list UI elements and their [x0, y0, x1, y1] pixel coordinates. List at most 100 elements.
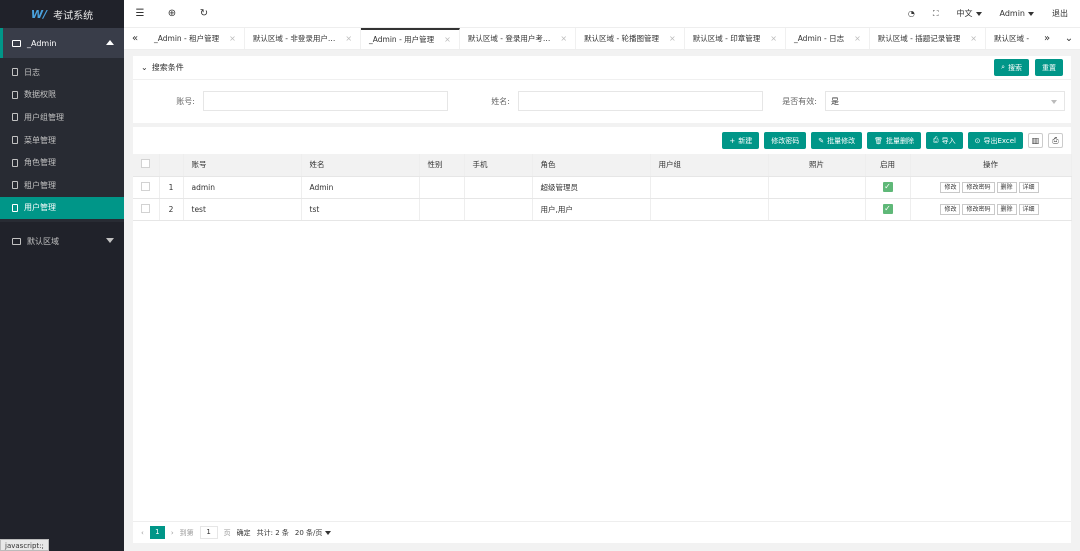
tab-admin-log[interactable]: _Admin - 日志 ×	[786, 28, 870, 49]
header-name[interactable]: 姓名	[301, 154, 420, 177]
sidebar-item-data-permission[interactable]: 数据权限	[0, 84, 124, 107]
caret-down-icon	[106, 238, 114, 244]
sidebar-submenu: 日志 数据权限 用户组管理 菜单管理 角色管理 租户管理 用户管理	[0, 58, 124, 223]
edit-button[interactable]: 修改	[940, 181, 961, 193]
tab-default-record[interactable]: 默认区域 - 插题记录管理 ×	[870, 28, 986, 49]
fullscreen-icon[interactable]: ⛶	[933, 9, 939, 19]
new-button[interactable]: + 新建	[722, 132, 760, 149]
row-select-cell	[133, 176, 160, 199]
header-group[interactable]: 用户组	[650, 154, 769, 177]
reset-button[interactable]: 重置	[1035, 59, 1063, 76]
tab-label: _Admin - 用户管理	[369, 35, 435, 44]
detail-button[interactable]: 详细	[1018, 181, 1039, 193]
cell-name: tst	[301, 198, 420, 221]
edit-button[interactable]: 修改	[940, 203, 961, 215]
close-icon[interactable]: ×	[444, 35, 451, 44]
close-icon[interactable]: ×	[669, 34, 676, 43]
change-password-row-button[interactable]: 修改密码	[962, 203, 995, 215]
caret-up-icon	[106, 40, 114, 45]
table-panel: + 新建 修改密码 ✎ 批量修改 🗑 批量删除 ⎙ 导入 ⊙ 导出Excel ▥ ⎙ 账号…	[133, 127, 1072, 543]
file-icon	[12, 136, 18, 145]
tab-default-login[interactable]: 默认区域 - 登录用户考… ×	[460, 28, 577, 49]
cell-ops: 修改 修改密码 删除 详细	[910, 198, 1072, 221]
sidebar-item-log[interactable]: 日志	[0, 61, 124, 84]
user-menu[interactable]: Admin	[1000, 9, 1035, 18]
valid-label: 是否有效:	[782, 96, 817, 106]
header-phone[interactable]: 手机	[464, 154, 533, 177]
header-photo[interactable]: 照片	[768, 154, 866, 177]
refresh-icon[interactable]: ↻	[188, 8, 220, 19]
tabs-scroll-right-icon[interactable]: »	[1036, 28, 1058, 49]
select-all-checkbox[interactable]	[141, 159, 151, 169]
change-password-row-button[interactable]: 修改密码	[962, 181, 995, 193]
account-input[interactable]	[203, 91, 448, 111]
sidebar-group-label: 默认区域	[27, 236, 59, 246]
chevron-down-icon[interactable]: ⌄	[141, 63, 148, 72]
close-icon[interactable]: ×	[229, 34, 236, 43]
tab-default-seal[interactable]: 默认区域 - 印章管理 ×	[685, 28, 786, 49]
import-button[interactable]: ⎙ 导入	[925, 132, 963, 149]
header-enabled[interactable]: 启用	[865, 154, 911, 177]
columns-icon[interactable]: ▥	[1028, 133, 1043, 148]
prev-page-icon[interactable]: ‹	[141, 529, 144, 537]
cell-name: Admin	[301, 176, 420, 199]
top-header: ☰ ⊕ ↻ ◔ ⛶ 中文 Admin 退出	[124, 0, 1080, 28]
page-unit: 页	[223, 528, 231, 537]
globe-icon[interactable]: ⊕	[156, 8, 188, 19]
theme-icon[interactable]: ◔	[908, 9, 915, 18]
name-label: 姓名:	[491, 96, 510, 106]
sidebar-item-role[interactable]: 角色管理	[0, 151, 124, 174]
batch-delete-button[interactable]: 🗑 批量删除	[867, 132, 921, 149]
tabs-menu-chevron-icon[interactable]: ⌄	[1058, 28, 1080, 49]
delete-button[interactable]: 删除	[996, 181, 1017, 193]
sidebar-item-tenant[interactable]: 租户管理	[0, 174, 124, 197]
menu-toggle-icon[interactable]: ☰	[124, 8, 156, 19]
tab-admin-tenant[interactable]: _Admin - 租户管理 ×	[146, 28, 245, 49]
tab-default-more[interactable]: 默认区域 -	[986, 28, 1036, 49]
tab-default-carousel[interactable]: 默认区域 - 轮播图管理 ×	[576, 28, 685, 49]
close-icon[interactable]: ×	[770, 34, 777, 43]
valid-select[interactable]: 是	[825, 91, 1065, 111]
close-icon[interactable]: ×	[345, 34, 352, 43]
per-page-select[interactable]: 20 条/页	[295, 528, 332, 538]
header-gender[interactable]: 性别	[419, 154, 465, 177]
cell-gender	[419, 198, 465, 221]
current-page[interactable]: 1	[149, 526, 165, 539]
tab-admin-user[interactable]: _Admin - 用户管理 ×	[361, 28, 460, 49]
row-checkbox[interactable]	[141, 181, 151, 191]
tab-label: 默认区域 - 登录用户考…	[467, 34, 551, 43]
file-icon	[12, 68, 18, 77]
change-password-button[interactable]: 修改密码	[764, 132, 807, 149]
sidebar-item-user-group[interactable]: 用户组管理	[0, 106, 124, 129]
sidebar: W/ 考试系统 _Admin 日志 数据权限 用户组管理 菜单管理 角色管理 租…	[0, 0, 124, 551]
export-excel-button[interactable]: ⊙ 导出Excel	[967, 132, 1023, 149]
close-icon[interactable]: ×	[560, 34, 567, 43]
confirm-page-button[interactable]: 确定	[237, 528, 251, 538]
row-checkbox[interactable]	[141, 203, 151, 213]
header-account[interactable]: 账号	[183, 154, 302, 177]
browser-status-bar: javascript:;	[0, 539, 49, 551]
search-button[interactable]: ⌕ 搜索	[994, 59, 1029, 76]
language-dropdown[interactable]: 中文	[957, 8, 982, 19]
sidebar-item-user[interactable]: 用户管理	[0, 196, 124, 220]
cell-account: test	[183, 198, 302, 221]
app-logo: W/ 考试系统	[0, 0, 124, 28]
cell-role: 超级管理员	[532, 176, 651, 199]
goto-page-input[interactable]: 1	[199, 526, 218, 539]
sidebar-group-default[interactable]: 默认区域	[0, 226, 124, 256]
sidebar-group-admin[interactable]: _Admin	[0, 28, 124, 58]
name-input[interactable]	[518, 91, 763, 111]
print-icon[interactable]: ⎙	[1048, 133, 1063, 148]
tab-default-nonlogin[interactable]: 默认区域 - 非登录用户… ×	[245, 28, 362, 49]
detail-button[interactable]: 详细	[1018, 203, 1039, 215]
header-role[interactable]: 角色	[532, 154, 651, 177]
close-icon[interactable]: ×	[970, 34, 977, 43]
close-icon[interactable]: ×	[854, 34, 861, 43]
delete-button[interactable]: 删除	[996, 203, 1017, 215]
batch-edit-button[interactable]: ✎ 批量修改	[811, 132, 863, 149]
logout-link[interactable]: 退出	[1052, 8, 1068, 19]
next-page-icon[interactable]: ›	[171, 529, 174, 537]
tab-bar: « _Admin - 租户管理 × 默认区域 - 非登录用户… × _Admin -…	[124, 28, 1080, 50]
tabs-scroll-left-icon[interactable]: «	[124, 28, 146, 49]
sidebar-item-menu[interactable]: 菜单管理	[0, 129, 124, 152]
